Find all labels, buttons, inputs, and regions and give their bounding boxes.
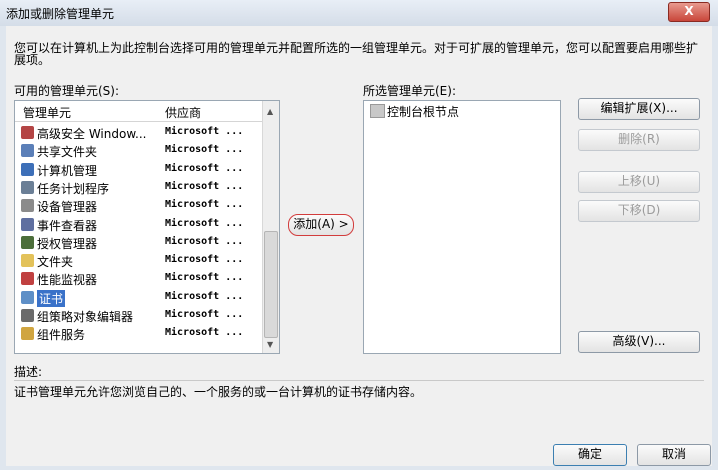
snapin-name: 证书 [37, 289, 66, 307]
snapin-vendor: Microsoft ... [165, 199, 244, 211]
list-item[interactable]: 文件夹 Microsoft ... [15, 253, 255, 270]
snapin-name: 高级安全 Window... [37, 127, 147, 141]
list-item[interactable]: 证书 Microsoft ... [15, 289, 255, 307]
clock-icon [21, 180, 34, 194]
available-snapins-label: 可用的管理单元(S): [14, 84, 120, 98]
description-label: 描述: [14, 365, 43, 379]
snapin-vendor: Microsoft ... [165, 290, 244, 302]
edit-extensions-button[interactable]: 编辑扩展(X)... [578, 98, 700, 120]
scroll-thumb[interactable] [264, 231, 278, 338]
shared-folder-icon [21, 144, 34, 158]
snapin-vendor: Microsoft ... [165, 144, 244, 156]
snapin-name: 组策略对象编辑器 [37, 310, 134, 324]
snapin-name: 事件查看器 [37, 218, 98, 233]
folder-icon [21, 254, 34, 268]
close-button[interactable]: X [668, 2, 710, 22]
snapin-name: 文件夹 [37, 255, 74, 270]
scroll-up-arrow-icon[interactable]: ▲ [267, 107, 273, 116]
snapin-vendor: Microsoft ... [165, 272, 244, 284]
snapin-vendor: Microsoft ... [165, 162, 244, 174]
snapin-vendor: Microsoft ... [165, 254, 244, 266]
list-item[interactable]: 性能监视器 Microsoft ... [15, 271, 255, 288]
list-item[interactable]: 组策略对象编辑器 Microsoft ... [15, 308, 255, 324]
authorization-icon [21, 235, 34, 249]
snapin-vendor: Microsoft ... [165, 309, 244, 320]
title-bar: 添加或删除管理单元 X [0, 0, 718, 26]
list-item[interactable]: 任务计划程序 Microsoft ... [15, 180, 255, 196]
device-manager-icon [21, 199, 34, 213]
window-title: 添加或删除管理单元 [6, 7, 115, 21]
intro-text: 您可以在计算机上为此控制台选择可用的管理单元并配置所选的一组管理单元。对于可扩展… [14, 41, 699, 67]
snapin-name: 组件服务 [37, 328, 86, 343]
ok-button[interactable]: 确定 [553, 444, 627, 466]
performance-icon [21, 272, 34, 286]
snapin-vendor: Microsoft ... [165, 180, 244, 192]
selected-snapins-list[interactable]: 控制台根节点 [363, 100, 561, 354]
list-item[interactable]: 事件查看器 Microsoft ... [15, 217, 255, 233]
list-item[interactable]: 共享文件夹 Microsoft ... [15, 143, 255, 160]
move-up-button[interactable]: 上移(U) [578, 171, 700, 193]
component-services-icon [21, 327, 34, 341]
snapin-name: 授权管理器 [37, 236, 98, 251]
move-down-button[interactable]: 下移(D) [578, 200, 700, 222]
description-text: 证书管理单元允许您浏览自己的、一个服务的或一台计算机的证书存储内容。 [14, 385, 423, 399]
cancel-button[interactable]: 取消 [637, 444, 711, 466]
remove-button[interactable]: 删除(R) [578, 129, 700, 151]
list-item[interactable]: 设备管理器 Microsoft ... [15, 198, 255, 215]
advanced-button[interactable]: 高级(V)... [578, 331, 700, 353]
console-root-node[interactable]: 控制台根节点 [387, 103, 459, 120]
computer-management-icon [21, 162, 34, 176]
snapin-vendor: Microsoft ... [165, 126, 244, 137]
snapin-name: 任务计划程序 [37, 181, 110, 196]
selected-snapins-label: 所选管理单元(E): [363, 84, 456, 98]
snapin-name: 设备管理器 [37, 200, 98, 215]
list-item[interactable]: 组件服务 Microsoft ... [15, 326, 255, 343]
list-item[interactable]: 高级安全 Window... Microsoft ... [15, 125, 255, 141]
group-policy-icon [21, 309, 34, 322]
add-button[interactable]: 添加(A) > [288, 214, 354, 236]
scroll-down-arrow-icon[interactable]: ▼ [267, 340, 273, 349]
available-snapins-list[interactable]: 管理单元 供应商 高级安全 Window... Microsoft ... 共享文件… [14, 100, 280, 354]
snapin-vendor: Microsoft ... [165, 235, 244, 247]
snapin-name: 共享文件夹 [37, 145, 98, 160]
certificate-icon [21, 290, 34, 304]
snapin-name: 计算机管理 [37, 163, 98, 178]
list-header: 管理单元 供应商 [15, 101, 263, 122]
snapin-vendor: Microsoft ... [165, 217, 244, 229]
console-root-icon [370, 104, 385, 118]
snapin-name: 性能监视器 [37, 273, 98, 288]
list-scrollbar[interactable]: ▲ ▼ [262, 101, 279, 353]
list-item[interactable]: 授权管理器 Microsoft ... [15, 235, 255, 251]
event-viewer-icon [21, 217, 34, 231]
column-header-vendor[interactable]: 供应商 [165, 104, 201, 121]
shield-icon [21, 126, 34, 139]
snapin-vendor: Microsoft ... [165, 327, 244, 339]
column-header-snapin[interactable]: 管理单元 [23, 104, 71, 121]
list-item[interactable]: 计算机管理 Microsoft ... [15, 162, 255, 178]
